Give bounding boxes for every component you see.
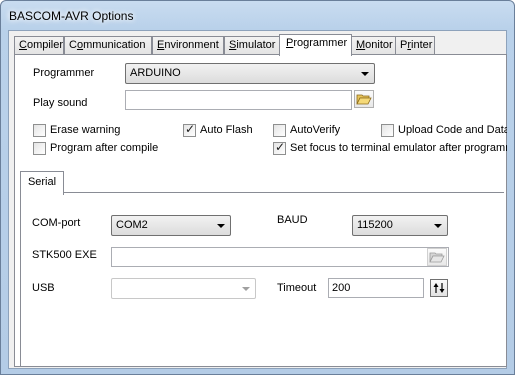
timeout-label: Timeout (277, 282, 317, 294)
tab-serial[interactable]: Serial (20, 171, 64, 195)
programmer-select[interactable]: ARDUINO (125, 63, 375, 84)
play-sound-label: Play sound (33, 97, 88, 109)
com-port-select[interactable]: COM2 (111, 215, 231, 236)
play-sound-input[interactable] (125, 90, 352, 110)
baud-select-value: 115200 (357, 219, 393, 231)
dialog-client-area: Compiler Communication Environment Simul… (8, 30, 507, 369)
programmer-select-value: ARDUINO (130, 67, 181, 79)
chevron-down-icon (217, 224, 225, 228)
erase-warning-checkbox[interactable]: Erase warning (33, 124, 120, 138)
tab-programmer[interactable]: Programmer (279, 34, 352, 56)
window-title: BASCOM-AVR Options (9, 9, 134, 23)
set-focus-checkbox[interactable]: ✓ Set focus to terminal emulator after p… (273, 142, 507, 156)
baud-label: BAUD (277, 214, 308, 226)
program-after-compile-checkbox[interactable]: Program after compile (33, 142, 158, 156)
baud-select[interactable]: 115200 (352, 215, 448, 236)
tab-communication[interactable]: Communication (64, 36, 152, 55)
chevron-down-icon (434, 224, 442, 228)
open-folder-icon (429, 252, 445, 263)
tab-strip: Compiler Communication Environment Simul… (14, 34, 506, 56)
chevron-down-icon (242, 287, 250, 291)
tab-environment[interactable]: Environment (152, 36, 224, 55)
usb-label: USB (32, 282, 55, 294)
play-sound-browse-button[interactable] (354, 90, 374, 108)
title-bar[interactable]: BASCOM-AVR Options (1, 1, 514, 31)
stk500-exe-label: STK500 EXE (32, 249, 97, 261)
chevron-down-icon (361, 72, 369, 76)
tab-compiler[interactable]: Compiler (14, 36, 64, 55)
stk500-exe-input[interactable] (111, 247, 449, 267)
open-folder-icon (356, 94, 372, 105)
com-port-label: COM-port (32, 217, 81, 229)
up-down-icon (433, 283, 445, 293)
programmer-label: Programmer (33, 67, 95, 79)
checkmark-icon: ✓ (185, 122, 196, 136)
checkmark-icon: ✓ (275, 142, 286, 154)
com-port-select-value: COM2 (116, 219, 148, 231)
timeout-spin-button[interactable] (430, 279, 448, 297)
timeout-input[interactable]: 200 (328, 278, 424, 298)
tab-simulator[interactable]: Simulator (224, 36, 280, 55)
tab-monitor[interactable]: Monitor (351, 36, 396, 55)
upload-code-checkbox[interactable]: Upload Code and Data (381, 124, 507, 138)
tab-printer[interactable]: Printer (395, 36, 435, 55)
auto-flash-checkbox[interactable]: ✓ Auto Flash (183, 122, 253, 138)
options-window: BASCOM-AVR Options Compiler Communicatio… (0, 0, 515, 375)
serial-tab-page: COM-port COM2 BAUD 115200 STK500 EXE USB… (20, 192, 504, 366)
stk500-browse-button[interactable] (427, 248, 447, 266)
programmer-tab-page: Programmer ARDUINO Play sound Erase warn… (14, 54, 507, 367)
usb-select[interactable] (111, 278, 256, 299)
serial-tab-strip: Serial (20, 171, 503, 195)
auto-verify-checkbox[interactable]: AutoVerify (273, 124, 340, 138)
